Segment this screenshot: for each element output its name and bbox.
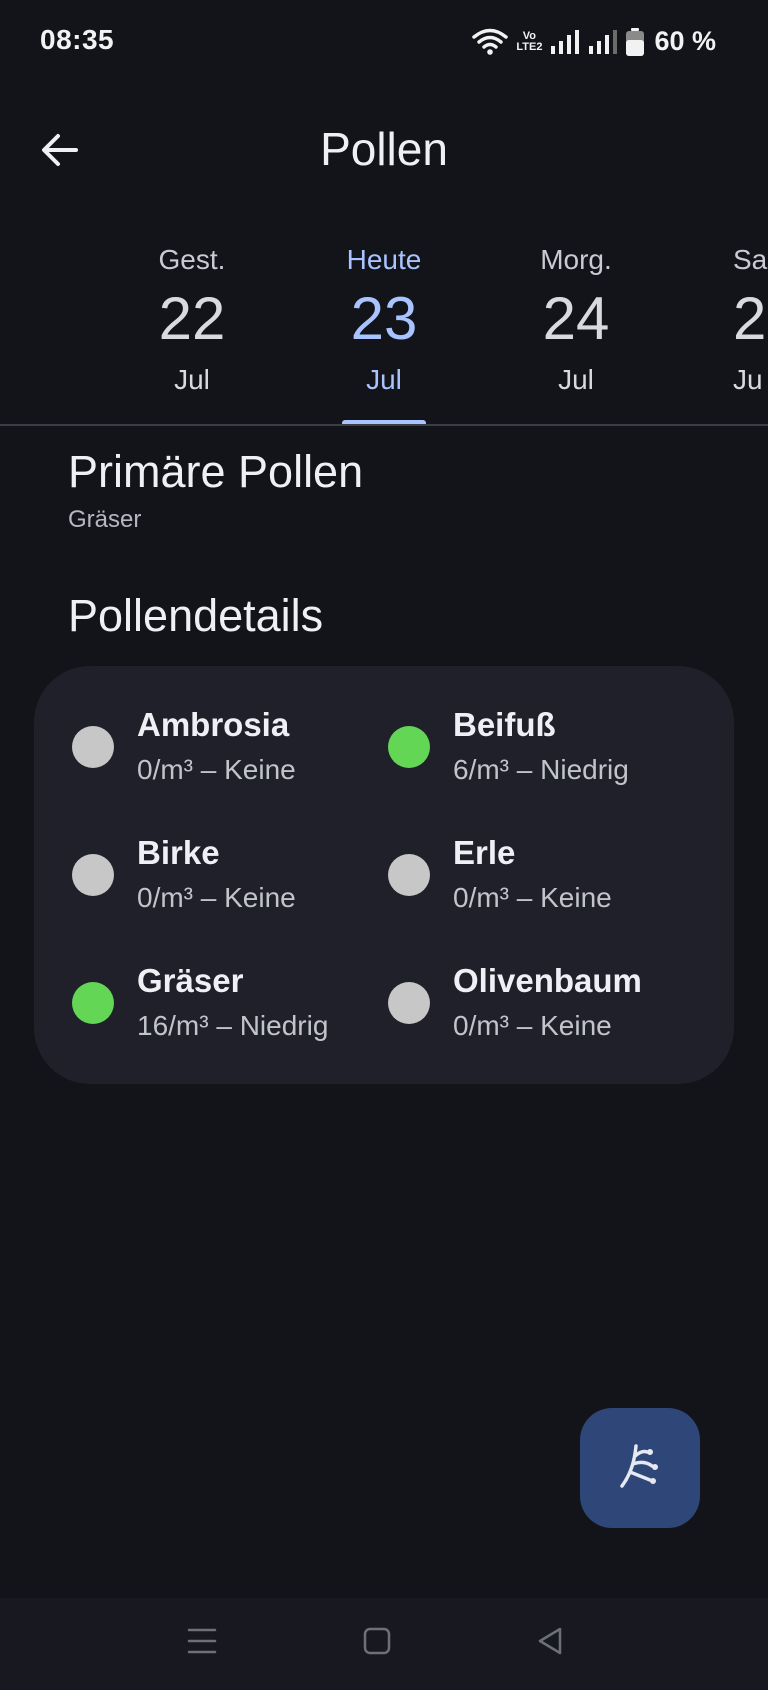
signal-icon	[550, 29, 580, 55]
primary-pollen-heading: Primäre Pollen	[68, 446, 364, 497]
volte-indicator: Vo LTE2	[516, 29, 543, 53]
pollen-item-beifuss: Beifuß 6/m³ – Niedrig	[350, 666, 660, 785]
pollen-value: 0/m³ – Keine	[137, 882, 296, 913]
pollen-value: 0/m³ – Keine	[137, 754, 296, 785]
pollen-name: Ambrosia	[137, 706, 290, 743]
menu-icon	[187, 1627, 217, 1660]
volte-bottom: LTE2	[516, 40, 543, 53]
pollen-item-erle: Erle 0/m³ – Keine	[350, 794, 660, 913]
battery-icon	[626, 27, 645, 56]
tab-today[interactable]: Heute 23 Jul	[309, 240, 459, 400]
pollen-name: Olivenbaum	[453, 962, 642, 999]
level-dot-icon	[388, 854, 430, 896]
pollen-name: Beifuß	[453, 706, 556, 743]
volte-top: Vo	[522, 29, 537, 42]
pollen-value: 0/m³ – Keine	[453, 882, 612, 913]
tab-saturday[interactable]: Sa 2 Ju	[693, 240, 768, 400]
status-bar: 08:35 Vo LTE2 60 %	[0, 0, 768, 84]
tab-yesterday[interactable]: Gest. 22 Jul	[117, 240, 267, 400]
pollen-info-fab[interactable]	[580, 1408, 700, 1528]
pollen-details-card: Ambrosia 0/m³ – Keine Beifuß 6/m³ – Nied…	[34, 666, 734, 1084]
battery-percent: 60 %	[654, 26, 716, 56]
primary-pollen-value: Gräser	[68, 506, 142, 533]
status-time: 08:35	[40, 24, 115, 55]
tab-day: 22	[158, 285, 226, 352]
tab-tomorrow[interactable]: Morg. 24 Jul	[501, 240, 651, 400]
pollen-item-graeser: Gräser 16/m³ – Niedrig	[34, 922, 344, 1041]
pollen-value: 16/m³ – Niedrig	[137, 1010, 329, 1041]
nav-back-button[interactable]	[520, 1618, 580, 1668]
tab-month: Ju	[733, 364, 763, 395]
tab-month: Jul	[558, 364, 594, 395]
home-button[interactable]	[347, 1618, 407, 1668]
app-bar: Pollen	[0, 100, 768, 210]
signal-icon-2	[588, 29, 618, 55]
tab-weekday: Gest.	[158, 244, 226, 275]
wifi-icon	[472, 28, 509, 56]
tab-day: 23	[350, 285, 418, 352]
level-dot-icon	[388, 982, 430, 1024]
pollen-item-olivenbaum: Olivenbaum 0/m³ – Keine	[350, 922, 660, 1041]
tab-weekday: Morg.	[540, 244, 612, 275]
pollen-name: Birke	[137, 834, 220, 871]
tabs-divider	[0, 424, 768, 426]
pollen-item-ambrosia: Ambrosia 0/m³ – Keine	[34, 666, 344, 785]
pollen-value: 0/m³ – Keine	[453, 1010, 612, 1041]
pollen-details-heading: Pollendetails	[68, 590, 324, 641]
pollen-item-birke: Birke 0/m³ – Keine	[34, 794, 344, 913]
level-dot-icon	[72, 982, 114, 1024]
pollen-plant-icon	[616, 1442, 664, 1495]
level-dot-icon	[388, 726, 430, 768]
system-nav-bar	[0, 1598, 768, 1690]
home-square-icon	[363, 1627, 391, 1660]
pollen-name: Erle	[453, 834, 516, 871]
tab-weekday: Heute	[346, 244, 422, 275]
tab-weekday: Sa	[733, 244, 768, 275]
status-icons: Vo LTE2 60 %	[472, 26, 716, 57]
pollen-value: 6/m³ – Niedrig	[453, 754, 629, 785]
page-title: Pollen	[320, 123, 448, 175]
tab-month: Jul	[174, 364, 210, 395]
level-dot-icon	[72, 854, 114, 896]
tab-day: 24	[542, 285, 610, 352]
back-triangle-icon	[536, 1626, 564, 1661]
level-dot-icon	[72, 726, 114, 768]
pollen-name: Gräser	[137, 962, 244, 999]
recent-apps-button[interactable]	[172, 1618, 232, 1668]
tab-day: 2	[733, 285, 767, 352]
date-tabs: Gest. 22 Jul Heute 23 Jul Morg. 24 Jul S…	[0, 240, 768, 426]
tab-month: Jul	[366, 364, 402, 395]
